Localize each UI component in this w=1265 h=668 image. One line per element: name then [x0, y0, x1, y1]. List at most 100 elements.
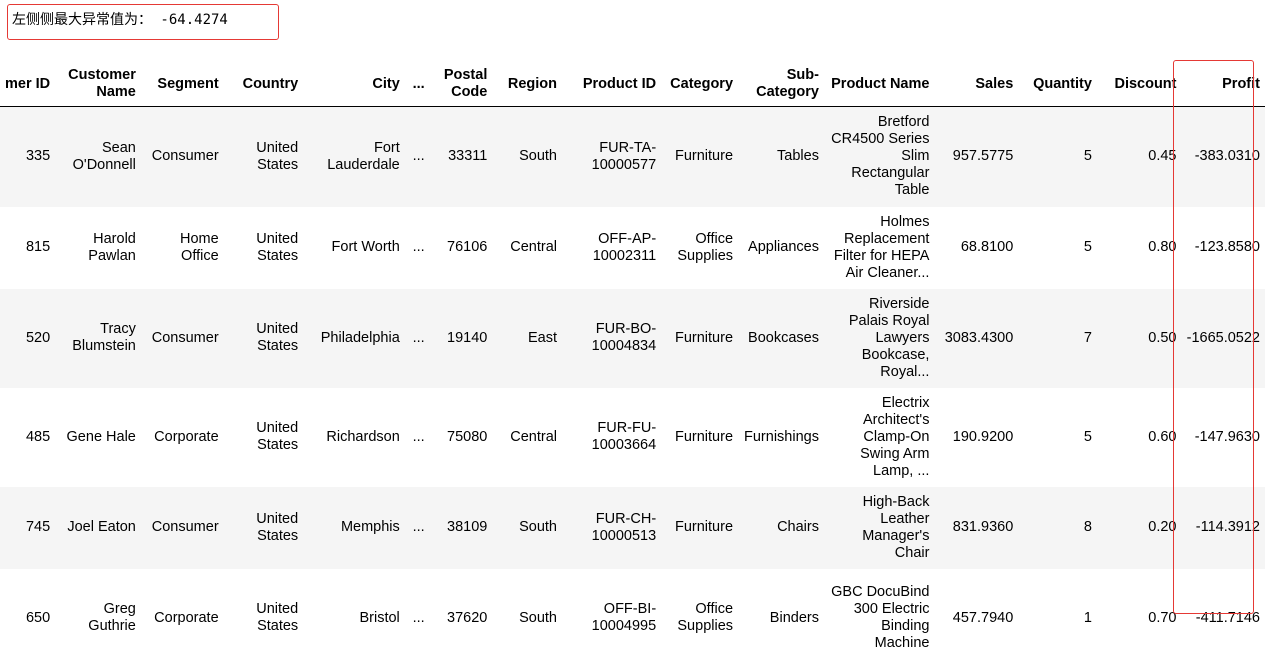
cell-category: Furniture [661, 487, 738, 569]
col-header-category: Category [661, 62, 738, 107]
cell-ellipsis: ... [405, 388, 433, 487]
table-row: 485 Gene Hale Corporate United States Ri… [0, 388, 1265, 487]
cell-quantity: 8 [1018, 487, 1097, 569]
cell-discount: 0.20 [1097, 487, 1182, 569]
cell-product-id: FUR-BO-10004834 [562, 289, 661, 388]
cell-profit: -114.3912 [1182, 487, 1265, 569]
cell-country: United States [224, 289, 304, 388]
cell-product-name: Electrix Architect's Clamp-On Swing Arm … [824, 388, 934, 487]
cell-segment: Home Office [141, 207, 224, 289]
cell-sales: 831.9360 [934, 487, 1018, 569]
cell-profit: -411.7146 [1182, 569, 1265, 668]
cell-region: South [492, 487, 562, 569]
cell-quantity: 1 [1018, 569, 1097, 668]
cell-customer-id: 485 [0, 388, 55, 487]
cell-quantity: 7 [1018, 289, 1097, 388]
cell-customer-name: Joel Eaton [55, 487, 141, 569]
cell-customer-name: Tracy Blumstein [55, 289, 141, 388]
cell-segment: Consumer [141, 107, 224, 207]
col-header-ellipsis: ... [405, 62, 433, 107]
cell-region: East [492, 289, 562, 388]
outlier-note: 左侧侧最大异常值为： -64.4274 [7, 4, 279, 40]
cell-country: United States [224, 388, 304, 487]
cell-sales: 190.9200 [934, 388, 1018, 487]
cell-sub-category: Tables [738, 107, 824, 207]
cell-postal-code: 75080 [433, 388, 493, 487]
cell-product-id: FUR-CH-10000513 [562, 487, 661, 569]
cell-sub-category: Appliances [738, 207, 824, 289]
cell-sales: 957.5775 [934, 107, 1018, 207]
cell-region: Central [492, 388, 562, 487]
dataframe-output: mer ID Customer Name Segment Country Cit… [0, 62, 1265, 668]
cell-region: South [492, 569, 562, 668]
cell-profit: -147.9630 [1182, 388, 1265, 487]
cell-city: Memphis [303, 487, 405, 569]
cell-postal-code: 33311 [433, 107, 493, 207]
cell-product-id: OFF-BI-10004995 [562, 569, 661, 668]
col-header-discount: Discount [1097, 62, 1182, 107]
cell-product-id: OFF-AP-10002311 [562, 207, 661, 289]
table-row: 745 Joel Eaton Consumer United States Me… [0, 487, 1265, 569]
cell-quantity: 5 [1018, 207, 1097, 289]
col-header-sales: Sales [934, 62, 1018, 107]
cell-city: Philadelphia [303, 289, 405, 388]
cell-customer-id: 650 [0, 569, 55, 668]
cell-sub-category: Binders [738, 569, 824, 668]
cell-category: Furniture [661, 107, 738, 207]
cell-city: Fort Lauderdale [303, 107, 405, 207]
table-body: 335 Sean O'Donnell Consumer United State… [0, 107, 1265, 668]
header-row: mer ID Customer Name Segment Country Cit… [0, 62, 1265, 107]
cell-city: Richardson [303, 388, 405, 487]
cell-customer-name: Gene Hale [55, 388, 141, 487]
cell-ellipsis: ... [405, 487, 433, 569]
cell-product-name: High-Back Leather Manager's Chair [824, 487, 934, 569]
col-header-region: Region [492, 62, 562, 107]
cell-segment: Consumer [141, 487, 224, 569]
col-header-product-id: Product ID [562, 62, 661, 107]
cell-profit: -123.8580 [1182, 207, 1265, 289]
col-header-product-name: Product Name [824, 62, 934, 107]
cell-country: United States [224, 487, 304, 569]
col-header-profit: Profit [1182, 62, 1265, 107]
cell-customer-name: Sean O'Donnell [55, 107, 141, 207]
table-row: 520 Tracy Blumstein Consumer United Stat… [0, 289, 1265, 388]
cell-city: Bristol [303, 569, 405, 668]
cell-customer-id: 520 [0, 289, 55, 388]
cell-product-id: FUR-TA-10000577 [562, 107, 661, 207]
col-header-city: City [303, 62, 405, 107]
col-header-customer-name: Customer Name [55, 62, 141, 107]
cell-segment: Corporate [141, 569, 224, 668]
cell-discount: 0.45 [1097, 107, 1182, 207]
cell-customer-name: Harold Pawlan [55, 207, 141, 289]
col-header-segment: Segment [141, 62, 224, 107]
cell-country: United States [224, 569, 304, 668]
table-row: 650 Greg Guthrie Corporate United States… [0, 569, 1265, 668]
cell-customer-id: 335 [0, 107, 55, 207]
cell-category: Office Supplies [661, 207, 738, 289]
cell-country: United States [224, 107, 304, 207]
cell-sales: 3083.4300 [934, 289, 1018, 388]
table-row: 335 Sean O'Donnell Consumer United State… [0, 107, 1265, 207]
cell-sub-category: Chairs [738, 487, 824, 569]
cell-segment: Consumer [141, 289, 224, 388]
cell-category: Furniture [661, 289, 738, 388]
cell-sales: 457.7940 [934, 569, 1018, 668]
cell-region: South [492, 107, 562, 207]
cell-city: Fort Worth [303, 207, 405, 289]
cell-product-name: Riverside Palais Royal Lawyers Bookcase,… [824, 289, 934, 388]
col-header-quantity: Quantity [1018, 62, 1097, 107]
table-row: 815 Harold Pawlan Home Office United Sta… [0, 207, 1265, 289]
cell-segment: Corporate [141, 388, 224, 487]
cell-profit: -383.0310 [1182, 107, 1265, 207]
cell-sales: 68.8100 [934, 207, 1018, 289]
cell-discount: 0.50 [1097, 289, 1182, 388]
cell-customer-id: 745 [0, 487, 55, 569]
cell-profit: -1665.0522 [1182, 289, 1265, 388]
cell-discount: 0.60 [1097, 388, 1182, 487]
col-header-country: Country [224, 62, 304, 107]
cell-ellipsis: ... [405, 569, 433, 668]
cell-product-id: FUR-FU-10003664 [562, 388, 661, 487]
cell-customer-id: 815 [0, 207, 55, 289]
col-header-sub-category: Sub-Category [738, 62, 824, 107]
cell-discount: 0.70 [1097, 569, 1182, 668]
